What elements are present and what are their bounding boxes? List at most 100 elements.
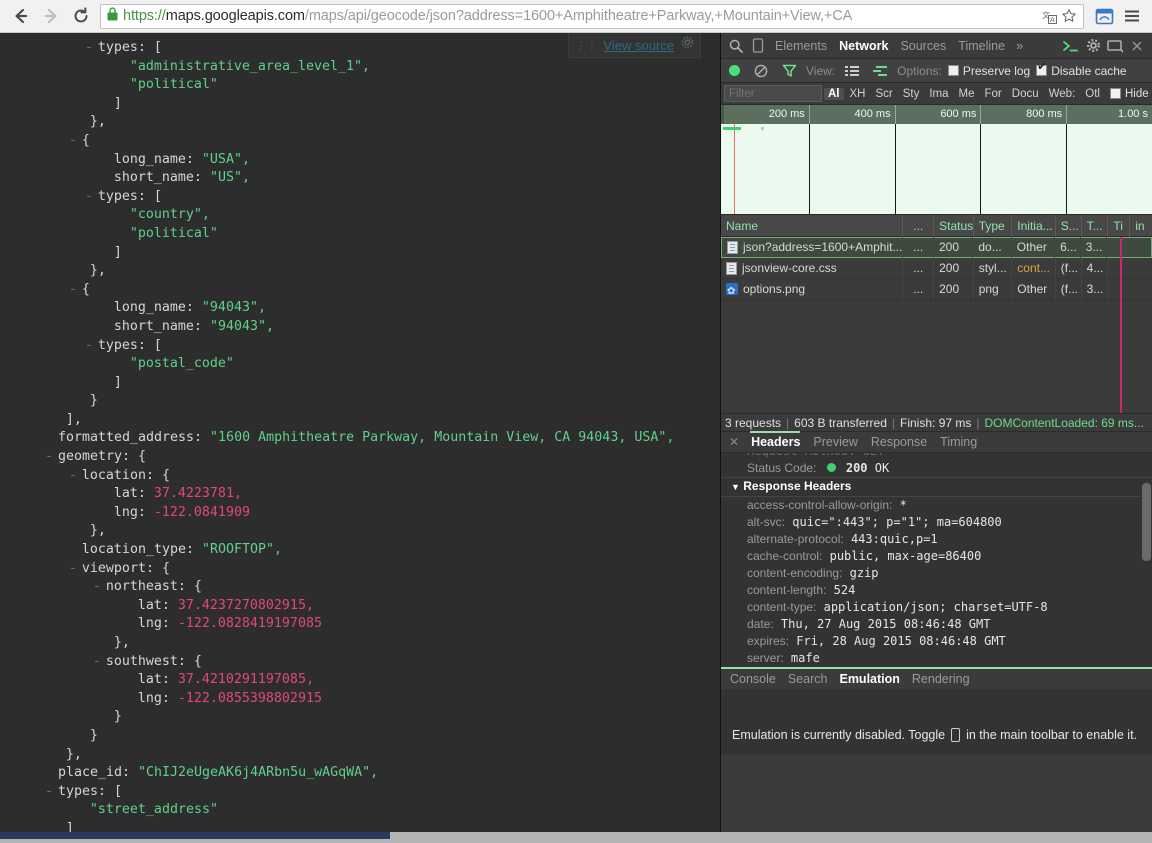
- network-filter-bar: Al XH Scr Sty Ima Me For Docu Web: Otl H…: [721, 83, 1152, 105]
- column-header-method[interactable]: ...: [903, 214, 935, 237]
- json-str: "ROOFTOP",: [202, 542, 283, 558]
- headers-panel[interactable]: Request Method: GET Status Code: 200 OK …: [721, 453, 1152, 667]
- table-row[interactable]: jsonview-core.css ... 200 styl... cont..…: [721, 257, 1152, 279]
- back-button[interactable]: [6, 1, 36, 31]
- extension-icon[interactable]: [1090, 2, 1118, 30]
- json-fold-toggle[interactable]: -: [69, 467, 77, 486]
- bookmark-star-icon[interactable]: [1059, 6, 1079, 26]
- json-line: lng: -122.0855398802915: [0, 690, 702, 709]
- request-list[interactable]: json?address=1600+Amphit... ... 200 do..…: [721, 237, 1152, 413]
- table-row[interactable]: options.png ... 200 png Other (f... 3...: [721, 278, 1152, 300]
- detail-tab-response[interactable]: Response: [866, 435, 932, 449]
- header-value: 443:quic,p=1: [843, 532, 938, 546]
- json-fold-toggle[interactable]: -: [93, 578, 101, 597]
- summary-domcontentloaded: DOMContentLoaded: 69 ms...: [984, 415, 1144, 430]
- filter-tab-scripts[interactable]: Scr: [871, 88, 896, 100]
- column-header-status[interactable]: Status: [934, 214, 974, 237]
- address-bar[interactable]: https://maps.googleapis.com/maps/api/geo…: [100, 3, 1084, 29]
- request-name: jsonview-core.css: [742, 260, 837, 275]
- devtools-more-tabs-button[interactable]: »: [1011, 38, 1028, 53]
- reload-button[interactable]: [66, 1, 96, 31]
- column-header-time[interactable]: T...: [1082, 214, 1109, 237]
- json-line: "administrative_area_level_1",: [0, 58, 702, 77]
- hide-data-urls-option[interactable]: Hide da: [1109, 88, 1152, 100]
- filter-tab-other[interactable]: Otl: [1081, 88, 1104, 100]
- view-source-link[interactable]: View source: [603, 38, 674, 53]
- response-headers-section[interactable]: ▼ Response Headers: [721, 477, 1152, 497]
- gear-icon[interactable]: [1082, 35, 1104, 57]
- filter-tab-websockets[interactable]: Web:: [1045, 88, 1080, 100]
- devtools-tab-sources[interactable]: Sources: [894, 33, 952, 59]
- column-header-type[interactable]: Type: [974, 214, 1013, 237]
- translate-icon[interactable]: 文A: [1039, 6, 1059, 26]
- disable-cache-checkbox[interactable]: [1036, 62, 1048, 76]
- json-punc: }: [113, 709, 122, 725]
- json-fold-toggle[interactable]: -: [85, 188, 93, 207]
- drawer-tab-search[interactable]: Search: [783, 672, 833, 686]
- header-row: server: mafe: [721, 650, 1152, 667]
- status-code-label: Status Code:: [747, 461, 817, 475]
- filter-tab-images[interactable]: Ima: [925, 88, 952, 100]
- filter-tab-fonts[interactable]: For: [981, 88, 1006, 100]
- request-initiator: cont...: [1012, 257, 1056, 279]
- detail-tab-timing[interactable]: Timing: [935, 435, 982, 449]
- json-fold-toggle[interactable]: -: [45, 448, 53, 467]
- network-overview-timeline[interactable]: 200 ms 400 ms 600 ms 800 ms 1.00 s: [721, 105, 1152, 215]
- column-header-timeline[interactable]: Ti: [1108, 214, 1131, 237]
- gear-icon[interactable]: [681, 36, 694, 54]
- json-key: lng:: [113, 504, 154, 520]
- search-icon[interactable]: [725, 35, 747, 57]
- filter-funnel-icon[interactable]: [778, 60, 800, 82]
- column-header-inline[interactable]: in: [1130, 215, 1152, 237]
- devtools-tab-timeline[interactable]: Timeline: [952, 33, 1011, 59]
- json-str: "USA",: [201, 151, 250, 167]
- preserve-log-checkbox[interactable]: [947, 65, 959, 76]
- json-num: -122.0855398802915: [177, 690, 322, 706]
- filter-tab-stylesheets[interactable]: Sty: [899, 88, 924, 100]
- disable-cache-option[interactable]: Disable cache: [1036, 62, 1127, 78]
- filter-tab-media[interactable]: Me: [955, 88, 979, 100]
- headers-scrollbar-thumb[interactable]: [1142, 483, 1151, 561]
- json-fold-toggle[interactable]: -: [69, 281, 77, 300]
- record-button[interactable]: [729, 65, 740, 76]
- detail-tab-headers[interactable]: Headers: [746, 435, 805, 449]
- chrome-menu-icon[interactable]: [1118, 2, 1146, 30]
- column-header-name[interactable]: Name: [721, 214, 904, 237]
- timeline-view-icon[interactable]: [869, 60, 891, 82]
- drawer-tab-emulation[interactable]: Emulation: [834, 672, 904, 686]
- drawer-tab-console[interactable]: Console: [725, 672, 781, 686]
- json-line: ]: [0, 244, 702, 263]
- json-fold-toggle[interactable]: -: [69, 132, 77, 151]
- close-icon[interactable]: ✕: [725, 435, 743, 449]
- forward-button[interactable]: [36, 1, 66, 31]
- column-header-size[interactable]: S...: [1056, 214, 1082, 237]
- dock-position-icon[interactable]: [1104, 35, 1126, 57]
- json-fold-toggle[interactable]: -: [69, 560, 77, 579]
- clear-icon[interactable]: [750, 60, 772, 82]
- hide-data-urls-checkbox[interactable]: [1109, 88, 1121, 99]
- json-fold-toggle[interactable]: -: [45, 783, 53, 802]
- filter-tab-xhr[interactable]: XH: [846, 88, 870, 100]
- device-toggle-icon[interactable]: [747, 35, 769, 57]
- column-header-initiator[interactable]: Initia...: [1012, 214, 1056, 237]
- devtools-tab-network[interactable]: Network: [833, 33, 894, 59]
- json-fold-toggle[interactable]: -: [85, 39, 93, 58]
- console-prompt-icon[interactable]: [1060, 35, 1082, 57]
- close-icon[interactable]: [1126, 35, 1148, 57]
- detail-tab-preview[interactable]: Preview: [808, 435, 862, 449]
- devtools-tab-elements[interactable]: Elements: [769, 33, 833, 59]
- filter-input[interactable]: [724, 85, 822, 102]
- taskbar-active-window[interactable]: [0, 832, 390, 839]
- table-row[interactable]: json?address=1600+Amphit... ... 200 do..…: [721, 237, 1152, 258]
- list-view-icon[interactable]: [841, 60, 863, 82]
- json-punc: {: [81, 132, 90, 148]
- section-caret-icon[interactable]: ▼: [731, 482, 740, 492]
- preserve-log-option[interactable]: Preserve log: [947, 64, 1030, 78]
- json-fold-toggle[interactable]: -: [93, 653, 101, 672]
- filter-tab-documents[interactable]: Docu: [1008, 88, 1043, 100]
- filter-tab-all[interactable]: Al: [824, 87, 844, 100]
- drawer-tab-rendering[interactable]: Rendering: [907, 672, 975, 686]
- drag-handle-icon[interactable]: ⋮⋮: [575, 39, 597, 52]
- json-str: "administrative_area_level_1",: [129, 58, 371, 74]
- json-fold-toggle[interactable]: -: [85, 337, 93, 356]
